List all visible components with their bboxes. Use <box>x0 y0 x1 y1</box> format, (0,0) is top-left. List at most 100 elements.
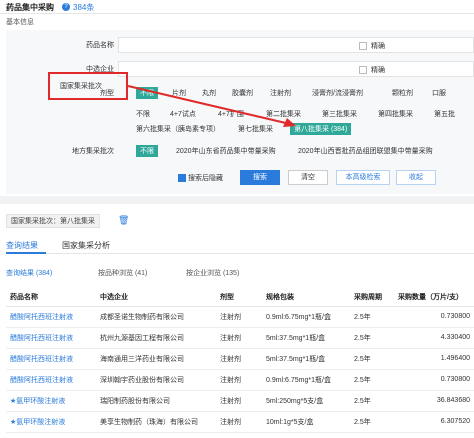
col-company[interactable]: 中选企业 <box>96 288 216 307</box>
quantity-cell: 1.496400 <box>394 348 474 370</box>
batch-option-selected[interactable]: 第八批集采 (384) <box>290 123 352 135</box>
period-cell: 2.5年 <box>350 369 394 391</box>
company-input[interactable]: 精确 <box>118 61 474 77</box>
period-cell: 2.5年 <box>350 348 394 370</box>
question-icon[interactable]: ? <box>62 3 70 11</box>
advanced-search-button[interactable]: 本高级检索 <box>336 170 390 185</box>
subtab-by-variety[interactable]: 按品种浏览 (41) <box>98 268 147 278</box>
table-row[interactable]: ★氨甲环酸注射液 瑞阳制药股份有限公司 注射剂 5ml:250mg*5支/盒 2… <box>6 390 474 412</box>
collapse-button[interactable]: 收起 <box>396 170 436 185</box>
dosage-option[interactable]: 浸膏剂/流浸膏剂 <box>312 88 363 98</box>
table-row[interactable]: 醋酸阿托西班注射液 成都圣诺生物制药有限公司 注射剂 0.9ml:6.75mg*… <box>6 306 474 328</box>
col-drug-name[interactable]: 药品名称 <box>6 288 96 307</box>
trash-icon[interactable]: 🗑 <box>118 215 129 226</box>
batch-option[interactable]: 第三批集采 <box>322 109 357 119</box>
dosage-option[interactable]: 注射剂 <box>270 88 291 98</box>
quantity-cell: 36.843680 <box>394 390 474 412</box>
selected-filter-tag[interactable]: 国家集采批次：第八批集采 <box>6 214 100 228</box>
drug-name-cell[interactable]: 醋酸阿托西班注射液 <box>6 306 96 328</box>
local-batch-label: 地方集采批次 <box>72 148 114 155</box>
batch-option[interactable]: 第七批集采 <box>238 124 273 134</box>
quantity-cell: 4.330400 <box>394 327 474 349</box>
result-tabs: 查询结果 国家集采分析 <box>6 240 474 254</box>
quantity-cell: 0.730800 <box>394 369 474 391</box>
local-option[interactable]: 2020年山西晋批药品组团联盟集中带量采购 <box>298 146 433 156</box>
filter-batch-row: 不限 4+7试点 4+7扩围 第二批集采 第三批集采 第四批集采 第五批 第六批… <box>6 106 474 142</box>
batch-option[interactable]: 第二批集采 <box>266 109 301 119</box>
page-title: 药品集中采购 <box>6 3 54 12</box>
exact-checkbox-drug[interactable] <box>359 42 367 50</box>
section-label: 基本信息 <box>6 19 34 26</box>
table-row[interactable]: ★氨甲环酸注射液 美享生物制药（珠海）有限公司 注射剂 10ml:1g*5支/盒… <box>6 411 474 433</box>
drug-name-cell[interactable]: 醋酸阿托西班注射液 <box>6 327 96 349</box>
spec-cell: 10ml:1g*5支/盒 <box>262 411 350 433</box>
company-cell: 成都圣诺生物制药有限公司 <box>96 306 216 328</box>
batch-label: 国家集采批次 <box>60 83 102 90</box>
clear-button[interactable]: 清空 <box>288 170 328 185</box>
local-option[interactable]: 2020年山东省药品集中带量采购 <box>176 146 276 156</box>
drug-name-cell[interactable]: ★氨甲环酸注射液 <box>6 390 96 412</box>
filter-drug-name-row: 药品名称 精确 <box>6 34 474 56</box>
action-bar: 搜索后隐藏 搜索 清空 本高级检索 收起 <box>0 168 474 190</box>
spec-cell: 5ml:37.5mg*1瓶/盒 <box>262 348 350 370</box>
col-quantity[interactable]: 采购数量（万片/支） <box>394 288 474 307</box>
subtab-results[interactable]: 查询结果 (384) <box>6 268 52 278</box>
drug-name-input[interactable]: 精确 <box>118 37 474 53</box>
batch-option[interactable]: 不限 <box>136 109 150 119</box>
filter-local-row: 地方集采批次 不限 2020年山东省药品集中带量采购 2020年山西晋批药品组团… <box>6 140 474 162</box>
subtab-by-company[interactable]: 按企业浏览 (135) <box>186 268 239 278</box>
page-header: 药品集中采购 ? 384条 <box>0 0 474 14</box>
spec-cell: 0.9ml:6.75mg*1瓶/盒 <box>262 369 350 391</box>
drug-name-cell[interactable]: ★氨甲环酸注射液 <box>6 411 96 433</box>
period-cell: 2.5年 <box>350 306 394 328</box>
batch-option[interactable]: 第五批 <box>434 109 455 119</box>
drug-name-cell[interactable]: 醋酸阿托西班注射液 <box>6 369 96 391</box>
company-cell: 美享生物制药（珠海）有限公司 <box>96 411 216 433</box>
dosage-option[interactable]: 口服 <box>432 88 446 98</box>
exact-label-drug: 精确 <box>371 43 385 50</box>
table-row[interactable]: 醋酸阿托西班注射液 深圳翰宇药业股份有限公司 注射剂 0.9ml:6.75mg*… <box>6 369 474 391</box>
company-cell: 深圳翰宇药业股份有限公司 <box>96 369 216 391</box>
batch-option[interactable]: 4+7试点 <box>170 109 196 119</box>
batch-option[interactable]: 第六批集采（胰岛素专项） <box>136 124 220 134</box>
batch-option[interactable]: 4+7扩围 <box>218 109 244 119</box>
exact-label-company: 精确 <box>371 67 385 74</box>
quantity-cell: 6.307520 <box>394 411 474 433</box>
results-table: 药品名称 中选企业 剂型 规格包装 采购周期 采购数量（万片/支） 醋酸阿托西班… <box>6 288 474 433</box>
drug-name-cell[interactable]: 醋酸阿托西班注射液 <box>6 348 96 370</box>
company-cell: 瑞阳制药股份有限公司 <box>96 390 216 412</box>
spec-cell: 0.9ml:6.75mg*1瓶/盒 <box>262 306 350 328</box>
spec-cell: 5ml:250mg*5支/盒 <box>262 390 350 412</box>
tab-results[interactable]: 查询结果 <box>6 240 38 251</box>
local-option[interactable]: 不限 <box>136 145 158 157</box>
dosage-option[interactable]: 颗粒剂 <box>392 88 413 98</box>
spec-cell: 5ml:37.5mg*1瓶/盒 <box>262 327 350 349</box>
company-cell: 海南通用三洋药业有限公司 <box>96 348 216 370</box>
dosage-option[interactable]: 胶囊剂 <box>232 88 253 98</box>
tab-analysis[interactable]: 国家集采分析 <box>62 240 110 251</box>
hide-after-search-label: 搜索后隐藏 <box>188 175 223 182</box>
table-row[interactable]: 醋酸阿托西班注射液 杭州九源基因工程有限公司 注射剂 5ml:37.5mg*1瓶… <box>6 327 474 349</box>
table-row[interactable]: 醋酸阿托西班注射液 海南通用三洋药业有限公司 注射剂 5ml:37.5mg*1瓶… <box>6 348 474 370</box>
dosage-cell: 注射剂 <box>216 390 262 412</box>
col-spec[interactable]: 规格包装 <box>262 288 350 307</box>
period-cell: 2.5年 <box>350 411 394 433</box>
dosage-cell: 注射剂 <box>216 348 262 370</box>
search-button[interactable]: 搜索 <box>240 170 280 185</box>
col-dosage[interactable]: 剂型 <box>216 288 262 307</box>
active-tab-indicator <box>6 252 46 254</box>
hide-after-search-checkbox[interactable] <box>178 174 186 182</box>
batch-option[interactable]: 第四批集采 <box>378 109 413 119</box>
period-cell: 2.5年 <box>350 327 394 349</box>
company-cell: 杭州九源基因工程有限公司 <box>96 327 216 349</box>
dosage-option[interactable]: 片剂 <box>172 88 186 98</box>
result-count: 384条 <box>73 3 95 12</box>
dosage-option[interactable]: 丸剂 <box>202 88 216 98</box>
batch-label-highlight: 国家集采批次 <box>48 72 128 100</box>
dosage-cell: 注射剂 <box>216 411 262 433</box>
col-period[interactable]: 采购周期 <box>350 288 394 307</box>
dosage-cell: 注射剂 <box>216 306 262 328</box>
dosage-cell: 注射剂 <box>216 327 262 349</box>
dosage-option[interactable]: 不限 <box>136 87 158 99</box>
exact-checkbox-company[interactable] <box>359 66 367 74</box>
